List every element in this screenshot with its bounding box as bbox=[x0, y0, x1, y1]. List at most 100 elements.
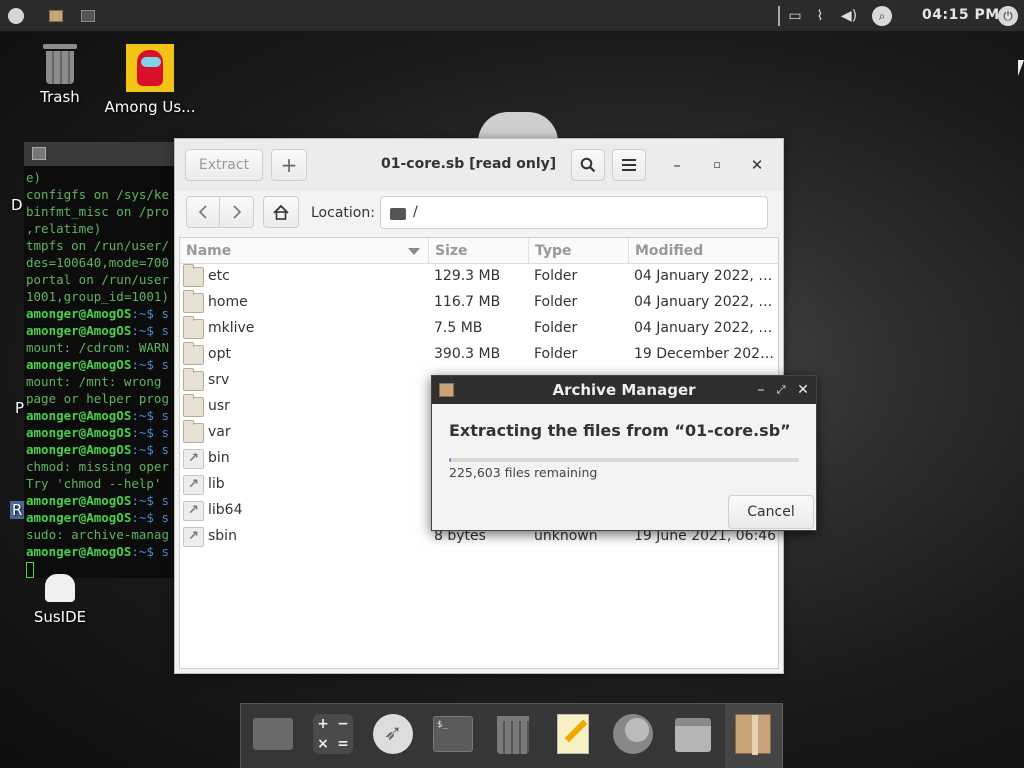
desktop-among-us[interactable]: Among Us... bbox=[98, 44, 202, 116]
extract-button[interactable]: Extract bbox=[185, 149, 263, 181]
column-header-type[interactable]: Type bbox=[529, 238, 629, 264]
power-icon[interactable]: ⏻ bbox=[998, 6, 1018, 26]
table-row[interactable]: opt 390.3 MB Folder 19 December 2021,... bbox=[180, 342, 778, 368]
terminal-line: ,relatime) bbox=[26, 221, 102, 236]
terminal-prompt-cwd: :~$ s bbox=[131, 357, 169, 372]
close-icon[interactable]: ✕ bbox=[796, 382, 810, 398]
cell-name: bin bbox=[208, 450, 230, 466]
hamburger-icon bbox=[622, 159, 636, 171]
location-field[interactable]: / bbox=[380, 196, 768, 229]
cell-size: 7.5 MB bbox=[434, 320, 483, 336]
file-list-header: Name Size Type Modified bbox=[180, 238, 778, 264]
terminal-prompt-user: amonger@AmogOS bbox=[26, 493, 132, 508]
desktop-partial-label-p[interactable]: P bbox=[15, 399, 24, 417]
terminal-prompt-user: amonger@AmogOS bbox=[26, 442, 132, 457]
dock: + − × = ➶ $_ bbox=[240, 703, 783, 768]
whisker-menu-icon[interactable] bbox=[6, 6, 26, 26]
minimize-icon[interactable]: – bbox=[754, 382, 768, 398]
terminal-prompt-user: amonger@AmogOS bbox=[26, 544, 132, 559]
back-button[interactable] bbox=[186, 196, 220, 228]
terminal-icon bbox=[32, 147, 46, 160]
minimize-icon[interactable]: – bbox=[669, 157, 685, 173]
terminal-line: amonger@AmogOS:~$ s bbox=[26, 356, 176, 373]
progress-fill bbox=[449, 458, 451, 462]
cell-modified: 04 January 2022, 19... bbox=[634, 320, 778, 336]
terminal-line: des=100640,mode=700 bbox=[26, 255, 169, 270]
close-icon[interactable]: ✕ bbox=[749, 157, 765, 173]
window-title: 01-core.sb [read only] bbox=[381, 156, 557, 172]
volume-icon[interactable]: ◀) bbox=[840, 7, 858, 25]
forward-button[interactable] bbox=[220, 196, 254, 228]
column-header-size[interactable]: Size bbox=[429, 238, 529, 264]
terminal-line: amonger@AmogOS:~$ s bbox=[26, 509, 176, 526]
extract-progress-dialog: Archive Manager – ⤢ ✕ Extracting the fil… bbox=[431, 375, 817, 531]
home-icon bbox=[273, 204, 289, 220]
terminal-line: amonger@AmogOS:~$ s bbox=[26, 543, 176, 560]
menu-button[interactable] bbox=[612, 149, 646, 181]
terminal-icon[interactable]: $_ bbox=[431, 712, 475, 756]
message-icon[interactable]: ▭ bbox=[786, 7, 804, 25]
column-header-name[interactable]: Name bbox=[180, 238, 429, 264]
cell-name: usr bbox=[208, 398, 230, 414]
trash-icon[interactable] bbox=[491, 712, 535, 756]
maximize-icon[interactable]: ▫ bbox=[709, 157, 725, 173]
column-header-modified[interactable]: Modified bbox=[629, 238, 778, 264]
cell-name: home bbox=[208, 294, 248, 310]
terminal-prompt-user: amonger@AmogOS bbox=[26, 510, 132, 525]
table-row[interactable]: etc 129.3 MB Folder 04 January 2022, 20... bbox=[180, 264, 778, 290]
notes-icon[interactable] bbox=[551, 712, 595, 756]
terminal-line: portal on /run/user bbox=[26, 272, 169, 287]
terminal-window[interactable]: e) configfs on /sys/ke binfmt_misc on /pro… bbox=[24, 142, 176, 578]
table-row[interactable]: mklive 7.5 MB Folder 04 January 2022, 19... bbox=[180, 316, 778, 342]
cell-name: lib64 bbox=[208, 502, 243, 518]
terminal-line: binfmt_misc on /pro bbox=[26, 204, 169, 219]
folder-icon bbox=[183, 394, 204, 417]
terminal-titlebar[interactable] bbox=[24, 142, 176, 166]
folder-icon bbox=[183, 368, 204, 391]
clip-icon[interactable]: ⌇ bbox=[811, 7, 829, 25]
home-button[interactable] bbox=[263, 196, 299, 228]
search-button[interactable] bbox=[571, 149, 605, 181]
terminal-line: amonger@AmogOS:~$ s bbox=[26, 492, 176, 509]
symlink-icon: ↗ bbox=[183, 527, 204, 547]
among-us-icon bbox=[126, 44, 174, 92]
terminal-prompt-user: amonger@AmogOS bbox=[26, 408, 132, 423]
desktop-partial-label-r[interactable]: R bbox=[10, 501, 25, 519]
terminal-output[interactable]: e) configfs on /sys/ke binfmt_misc on /pro… bbox=[24, 166, 176, 578]
terminal-line: Try 'chmod --help' bbox=[26, 476, 162, 491]
cell-name: srv bbox=[208, 372, 230, 388]
rocket-icon[interactable]: ➶ bbox=[371, 712, 415, 756]
terminal-prompt-cwd: :~$ s bbox=[131, 442, 169, 457]
clock[interactable]: 04:15 PM bbox=[922, 7, 1000, 23]
folder-icon bbox=[183, 290, 204, 313]
dialog-titlebar[interactable]: Archive Manager – ⤢ ✕ bbox=[432, 376, 816, 404]
terminal-prompt-cwd: :~$ s bbox=[131, 544, 169, 559]
symlink-icon: ↗ bbox=[183, 449, 204, 469]
terminal-launcher-icon[interactable] bbox=[78, 6, 98, 26]
desktop-partial-label-d[interactable]: D bbox=[11, 196, 23, 214]
maximize-icon[interactable]: ⤢ bbox=[774, 382, 788, 398]
dialog-status: 225,603 files remaining bbox=[449, 465, 598, 480]
archive-launcher-icon[interactable] bbox=[46, 6, 66, 26]
cell-type: Folder bbox=[534, 294, 578, 310]
files-icon[interactable] bbox=[251, 712, 295, 756]
location-value: / bbox=[413, 204, 418, 220]
desktop-trash[interactable]: Trash bbox=[30, 44, 90, 106]
table-row[interactable]: home 116.7 MB Folder 04 January 2022, 16... bbox=[180, 290, 778, 316]
terminal-line: amonger@AmogOS:~$ s bbox=[26, 322, 176, 339]
terminal-line: chmod: missing oper bbox=[26, 459, 169, 474]
terminal-line: amonger@AmogOS:~$ s bbox=[26, 305, 176, 322]
desktop-susIDE[interactable]: SusIDE bbox=[28, 574, 92, 626]
folder-icon bbox=[390, 208, 406, 220]
header-bar[interactable]: Extract + 01-core.sb [read only] – ▫ ✕ bbox=[175, 139, 783, 191]
add-files-button[interactable]: + bbox=[271, 149, 307, 181]
firefox-icon[interactable] bbox=[611, 712, 655, 756]
search-icon[interactable]: ⌕ bbox=[872, 6, 892, 26]
calculator-icon[interactable]: + − × = bbox=[311, 712, 355, 756]
package-icon[interactable] bbox=[731, 712, 775, 756]
panel-separator bbox=[778, 6, 780, 26]
archive-icon[interactable] bbox=[671, 712, 715, 756]
cancel-button[interactable]: Cancel bbox=[728, 495, 814, 529]
terminal-line: e) bbox=[26, 170, 42, 185]
terminal-prompt-user: amonger@AmogOS bbox=[26, 306, 132, 321]
